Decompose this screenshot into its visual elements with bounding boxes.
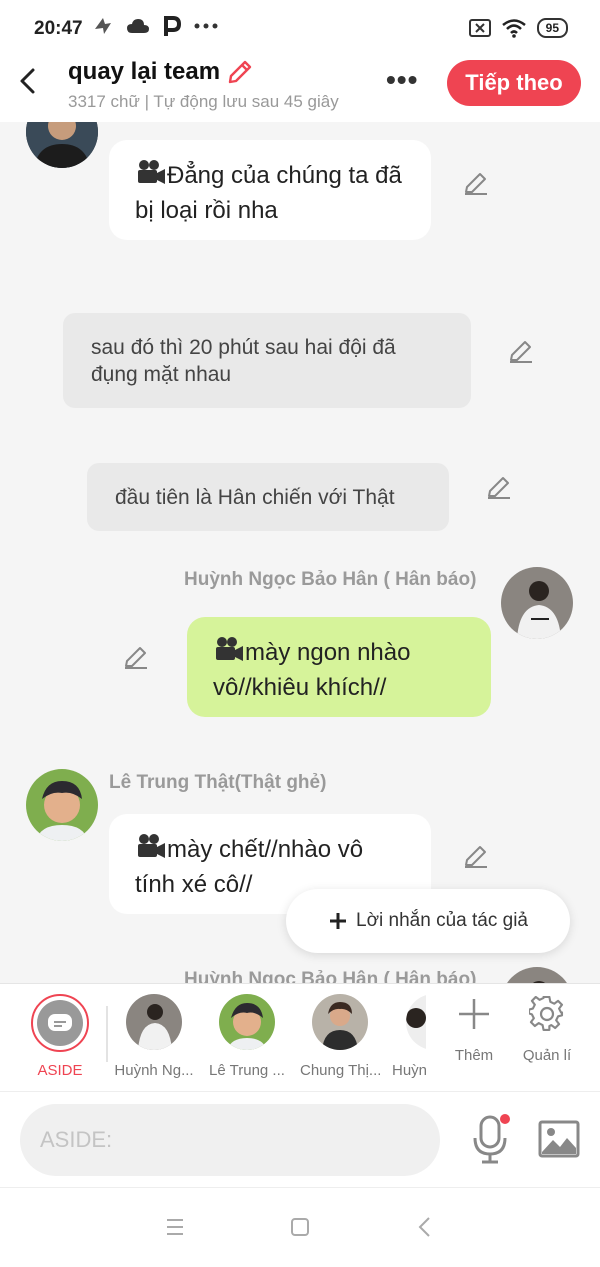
cloud-icon (127, 19, 149, 33)
character-label: Chung Thị... (300, 1062, 380, 1079)
status-left-icons (92, 14, 218, 38)
chat-bubble-icon (48, 1014, 72, 1031)
status-right-icons: 95 (468, 18, 568, 38)
p-icon (164, 16, 182, 36)
person-avatar-icon (26, 122, 98, 168)
narration-block[interactable]: sau đó thì 20 phút sau hai đội đã đụng m… (63, 313, 471, 408)
editor-header: quay lại team 3317 chữ | Tự động lưu sau… (0, 56, 600, 122)
character-huynh-partial[interactable]: Huỳn (392, 994, 426, 1079)
message-input[interactable] (20, 1104, 440, 1176)
notification-icon (95, 18, 111, 34)
character-chung-thi[interactable]: Chung Thị... (300, 994, 380, 1079)
speech-bubble[interactable]: mày ngon nhào vô//khiêu khích// (187, 617, 491, 717)
narration-text: sau đó thì 20 phút sau hai đội đã đụng m… (91, 335, 396, 386)
pencil-edit-icon[interactable] (123, 644, 149, 670)
person-avatar-icon (501, 967, 573, 983)
character-selector-bar: ASIDE Huỳnh Ng... Lê Trung ... Chung Thị… (0, 983, 600, 1091)
battery-indicator: 95 (536, 18, 568, 38)
more-dots-icon (194, 23, 218, 29)
gear-icon (527, 995, 564, 1031)
avatar[interactable] (26, 769, 98, 841)
add-label: Thêm (454, 1047, 494, 1064)
pencil-edit-icon[interactable] (463, 170, 489, 196)
home-square-icon[interactable] (285, 1214, 315, 1240)
add-character-button[interactable]: Thêm (439, 996, 509, 1064)
character-aside[interactable]: ASIDE (20, 994, 100, 1079)
plus-icon (330, 913, 347, 929)
author-note-label: Lời nhắn của tác giả (356, 910, 528, 931)
status-time: 20:47 (34, 18, 83, 39)
avatar (312, 994, 368, 1050)
character-label: Huỳnh Ng... (114, 1062, 194, 1079)
image-gallery-icon[interactable] (538, 1118, 580, 1160)
avatar[interactable] (501, 567, 573, 639)
sim-x-icon (468, 19, 491, 37)
person-avatar-icon (501, 567, 573, 639)
character-le-trung-that[interactable]: Lê Trung ... (207, 994, 287, 1079)
manage-characters-button[interactable]: Quản lí (512, 995, 582, 1064)
speaker-name: Lê Trung Thật(Thật ghẻ) (109, 772, 327, 793)
avatar (406, 994, 426, 1050)
video-camera-icon (135, 832, 167, 869)
title-row: quay lại team (68, 58, 254, 86)
more-options-icon[interactable]: ••• (386, 64, 418, 96)
story-title: quay lại team (68, 58, 221, 85)
autosave-status: 3317 chữ | Tự động lưu sau 45 giây (68, 92, 339, 111)
microphone-icon[interactable] (470, 1114, 510, 1166)
narration-text: đầu tiên là Hân chiến với Thật (115, 485, 395, 509)
character-label: Huỳn (392, 1062, 426, 1079)
back-chevron-icon[interactable] (410, 1214, 440, 1240)
speaker-name: Huỳnh Ngọc Bảo Hân ( Hân báo) (184, 969, 477, 983)
next-button[interactable]: Tiếp theo (447, 60, 581, 106)
character-huynh-ngoc-bao-han[interactable]: Huỳnh Ng... (114, 994, 194, 1079)
video-camera-icon (213, 635, 245, 672)
message-text: Đẳng của chúng ta đã bị loại rồi nha (135, 162, 402, 224)
back-arrow-icon[interactable] (16, 66, 40, 96)
author-note-button[interactable]: Lời nhắn của tác giả (286, 889, 570, 953)
divider (106, 1006, 108, 1062)
pencil-edit-icon[interactable] (508, 338, 534, 364)
video-camera-icon (135, 158, 167, 195)
pencil-edit-icon[interactable] (463, 843, 489, 869)
speaker-name: Huỳnh Ngọc Bảo Hân ( Hân báo) (184, 569, 477, 590)
character-label: Lê Trung ... (209, 1062, 285, 1079)
pencil-edit-title-icon[interactable] (226, 58, 254, 86)
avatar (126, 994, 182, 1050)
story-chat-area[interactable]: Đẳng của chúng ta đã bị loại rồi nha sau… (0, 122, 600, 983)
status-bar: 20:47 95 (0, 0, 600, 56)
wifi-icon (501, 19, 526, 38)
aside-avatar (31, 994, 89, 1052)
plus-icon (459, 999, 489, 1029)
system-navigation-bar (0, 1187, 600, 1267)
avatar (219, 994, 275, 1050)
narration-block[interactable]: đầu tiên là Hân chiến với Thật (87, 463, 449, 531)
menu-lines-icon[interactable] (160, 1214, 190, 1240)
message-input-bar (0, 1091, 600, 1187)
speech-bubble[interactable]: Đẳng của chúng ta đã bị loại rồi nha (109, 140, 431, 240)
person-avatar-icon (26, 769, 98, 841)
pencil-edit-icon[interactable] (486, 474, 512, 500)
avatar[interactable] (26, 122, 98, 168)
character-label: ASIDE (37, 1062, 83, 1079)
avatar[interactable] (501, 967, 573, 983)
manage-label: Quản lí (522, 1047, 572, 1064)
